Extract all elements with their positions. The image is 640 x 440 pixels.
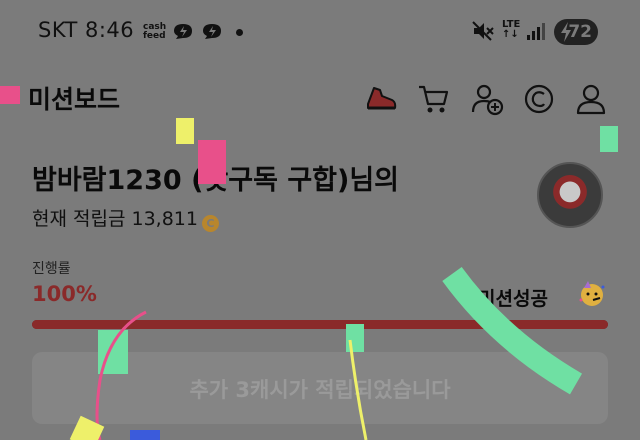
more-notifications-dot: [236, 29, 243, 36]
confetti-piece: [600, 126, 618, 152]
confetti-piece: [130, 430, 160, 440]
party-face-icon: [579, 281, 605, 306]
cash-coin-icon[interactable]: [522, 82, 556, 116]
mute-icon: [472, 21, 494, 41]
progress-value: 100%: [32, 282, 97, 306]
carrier-time: SKT 8:46: [38, 18, 135, 42]
confetti-piece: [0, 86, 20, 104]
profile-icon[interactable]: [574, 82, 608, 116]
progress-label: 진행률: [32, 261, 71, 277]
coin-icon: C: [201, 215, 219, 232]
lte-indicator: LTE ↑↓: [502, 20, 520, 40]
battery-indicator: 72: [554, 19, 598, 45]
cashfeed-notification-icon: cash feed: [143, 23, 166, 41]
points-summary: 현재 적립금 13,811 C: [32, 204, 219, 232]
mission-board-screen: SKT 8:46 cash feed LTE ↑↓ 72 미션보드 밤바람123…: [0, 0, 640, 440]
page-title: 미션보드: [28, 85, 121, 114]
mission-success-label: 미션성공: [478, 288, 548, 310]
signal-icon: [527, 23, 545, 40]
user-greeting: 밤바람1230 (맛구독 구합)님의: [32, 165, 400, 196]
points-label: 현재 적립금 13,811: [32, 208, 198, 230]
cart-icon[interactable]: [417, 82, 451, 116]
charging-bolt-icon: [561, 22, 571, 42]
progress-bar-fill: [32, 320, 608, 329]
talk-notification-icon: [174, 24, 192, 39]
cash-reward-text: 추가 3캐시가 적립되었습니다: [189, 378, 451, 402]
progress-bar: [32, 320, 608, 329]
talk-notification-icon-2: [203, 24, 221, 39]
cashfeed-line2: feed: [143, 31, 166, 41]
avatar[interactable]: [537, 162, 603, 228]
status-bar: SKT 8:46 cash feed LTE ↑↓ 72: [0, 0, 640, 64]
shoe-icon[interactable]: [364, 82, 398, 116]
cash-reward-notice: 추가 3캐시가 적립되었습니다: [32, 352, 608, 424]
add-friend-icon[interactable]: [470, 82, 504, 116]
lte-arrows: ↑↓: [502, 29, 519, 40]
confetti-piece: [176, 118, 194, 144]
